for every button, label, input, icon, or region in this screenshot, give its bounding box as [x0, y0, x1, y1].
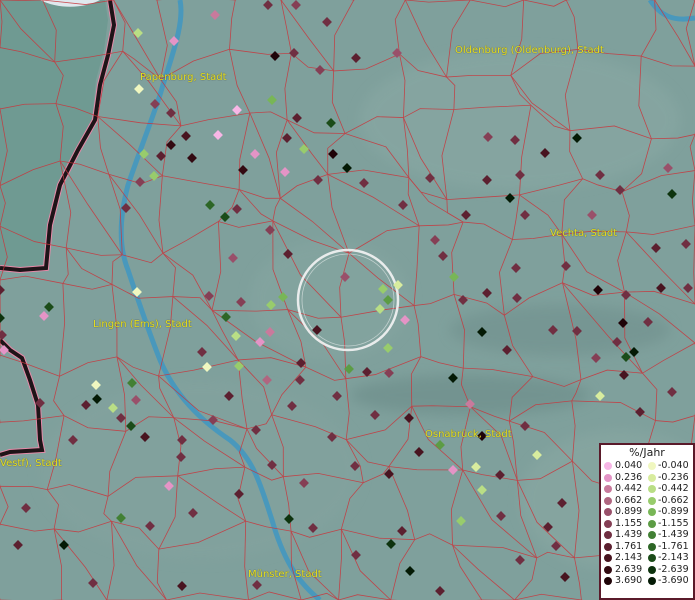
legend-swatch-negative	[648, 565, 656, 574]
legend-label-positive: 0.040	[615, 460, 643, 471]
legend-label-positive: 0.662	[615, 494, 643, 506]
legend-label-positive: 1.761	[615, 540, 643, 552]
legend-swatch-positive	[604, 531, 612, 539]
legend-label-negative: -0.899	[658, 506, 689, 517]
legend-label-positive: 0.236	[615, 471, 643, 483]
legend-swatch-negative	[648, 508, 656, 516]
basemap	[0, 0, 695, 600]
legend-swatch-positive	[604, 485, 612, 493]
legend-label-negative: -3.690	[658, 575, 689, 586]
legend-row: 3.690 -3.690	[601, 575, 693, 587]
city-label-lingen: Lingen (Ems), Stadt	[93, 319, 192, 330]
legend-label-positive: 2.143	[615, 552, 643, 563]
legend-rows: 0.040 -0.040 0.236 -0.236 0.442 -0.442 0.662 -0…	[601, 460, 693, 587]
legend-row: 2.143 -2.143	[601, 552, 693, 564]
legend-label-positive: 1.439	[615, 529, 643, 540]
legend-swatch-negative	[648, 542, 656, 551]
legend-row: 0.442 -0.442	[601, 483, 693, 495]
legend-swatch-positive	[604, 496, 612, 505]
legend-label-positive: 0.899	[615, 506, 643, 517]
legend-label-positive: 2.639	[615, 563, 643, 575]
legend-swatch-negative	[648, 462, 656, 470]
legend-swatch-positive	[604, 473, 612, 482]
legend-swatch-positive	[604, 542, 612, 551]
legend-row: 1.439 -1.439	[601, 529, 693, 541]
legend-row: 0.040 -0.040	[601, 460, 693, 472]
legend-title: %/Jahr	[629, 446, 665, 459]
legend-swatch-negative	[648, 519, 656, 528]
legend-label-negative: -0.040	[658, 460, 689, 471]
legend-swatch-negative	[648, 531, 656, 539]
legend-swatch-negative	[648, 473, 656, 482]
legend-swatch-positive	[604, 577, 612, 585]
legend-swatch-negative	[648, 577, 656, 585]
legend-row: 0.899 -0.899	[601, 506, 693, 518]
legend-label-positive: 1.155	[615, 517, 643, 529]
legend-label-negative: -1.439	[658, 529, 689, 540]
city-label-oldenburg: Oldenburg (Oldenburg), Stadt	[455, 45, 604, 56]
legend-swatch-positive	[604, 554, 612, 562]
legend-label-negative: -0.442	[658, 483, 689, 494]
legend-label-negative: -2.639	[658, 563, 689, 575]
legend-swatch-positive	[604, 462, 612, 470]
legend-row: 1.761 -1.761	[601, 541, 693, 553]
legend-swatch-negative	[648, 554, 656, 562]
legend-swatch-negative	[648, 485, 656, 493]
legend-label-negative: -0.662	[658, 494, 689, 506]
city-label-westf: Vestf), Stadt	[0, 458, 62, 469]
legend-swatch-negative	[648, 496, 656, 505]
legend-swatch-positive	[604, 519, 612, 528]
city-label-papenburg: Papenburg, Stadt	[140, 72, 227, 83]
legend-label-negative: -0.236	[658, 471, 689, 483]
legend-label-positive: 0.442	[615, 483, 643, 494]
legend-row: 0.236 -0.236	[601, 472, 693, 484]
legend-label-negative: -1.761	[658, 540, 689, 552]
legend-row: 1.155 -1.155	[601, 518, 693, 530]
legend-label-positive: 3.690	[615, 575, 643, 586]
legend-label-negative: -2.143	[658, 552, 689, 563]
legend-panel: %/Jahr 0.040 -0.040 0.236 -0.236 0.442 -0.442…	[599, 443, 695, 600]
legend-row: 0.662 -0.662	[601, 495, 693, 507]
legend-row: 2.639 -2.639	[601, 564, 693, 576]
legend-label-negative: -1.155	[658, 517, 689, 529]
city-label-muenster: Münster, Stadt	[248, 569, 322, 580]
legend-swatch-positive	[604, 508, 612, 516]
city-label-osnabrueck: Osnabrück, Stadt	[425, 429, 512, 440]
map-view[interactable]: Oldenburg (Oldenburg), Stadt Papenburg, …	[0, 0, 695, 600]
legend-swatch-positive	[604, 565, 612, 574]
city-label-vechta: Vechta, Stadt	[550, 228, 618, 239]
